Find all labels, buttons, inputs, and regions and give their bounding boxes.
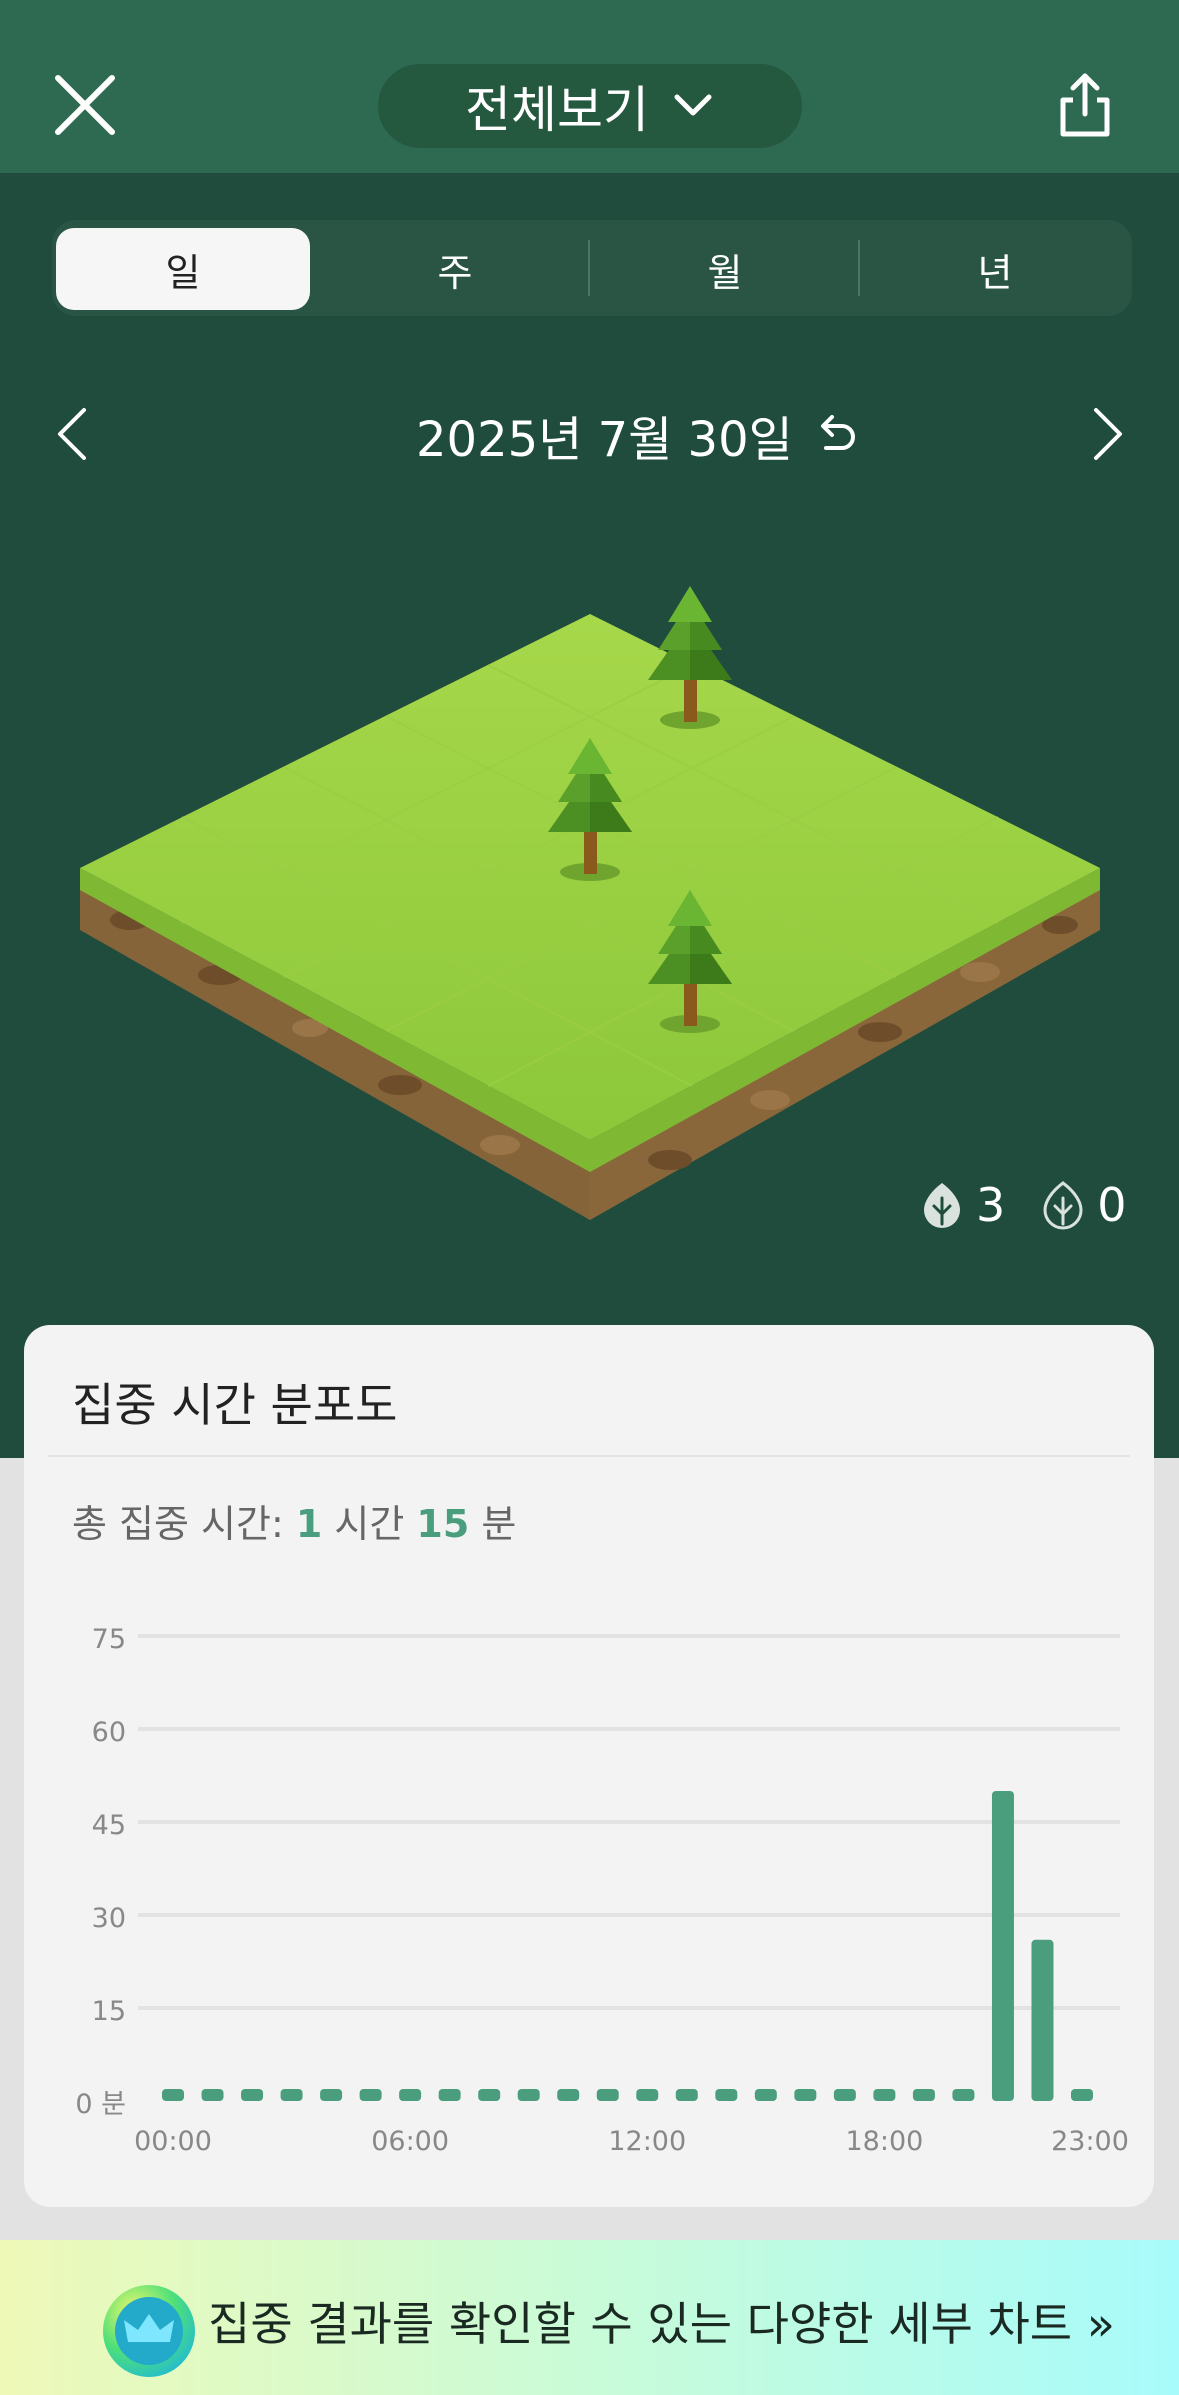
forest-island (80, 586, 1100, 1220)
tree-counts: 3 0 (920, 1175, 1127, 1235)
close-button[interactable] (50, 70, 120, 140)
chart-bar (715, 2089, 738, 2101)
chart-bar (557, 2089, 580, 2101)
promo-text: 집중 결과를 확인할 수 있는 다양한 세부 차트 » (208, 2297, 1115, 2351)
tab-day[interactable]: 일 (56, 228, 310, 310)
y-tick-label: 75 (92, 1624, 126, 1655)
tab-divider (858, 240, 860, 296)
chevron-right-icon[interactable] (1076, 404, 1136, 464)
tab-day-label: 일 (165, 250, 201, 295)
tab-month-label: 월 (707, 250, 743, 295)
scope-dropdown[interactable]: 전체보기 (378, 64, 802, 148)
tab-week-label: 주 (437, 250, 473, 295)
chart-bar (754, 2089, 777, 2101)
total-minutes: 15 (416, 1502, 470, 1546)
x-tick-label: 18:00 (845, 2126, 923, 2157)
chart-bar (991, 1791, 1014, 2101)
x-tick-label: 23:00 (1051, 2126, 1129, 2157)
date-navigation: 2025년 7월 30일 (0, 390, 1179, 470)
card-title: 집중 시간 분포도 (72, 1378, 398, 1432)
chart-bar (399, 2089, 422, 2101)
total-prefix: 총 집중 시간: (72, 1502, 296, 1546)
tab-week[interactable]: 주 (322, 228, 588, 310)
withered-tree-count: 0 (1097, 1178, 1127, 1232)
x-tick-label: 06:00 (371, 2126, 449, 2157)
y-tick-label: 30 (92, 1903, 126, 1934)
chevron-left-icon[interactable] (44, 404, 104, 464)
tab-month[interactable]: 월 (592, 228, 858, 310)
chart-bar (912, 2089, 935, 2101)
period-segmented-control: 일 주 월 년 (52, 220, 1132, 316)
undo-icon[interactable] (810, 408, 860, 458)
x-tick-label: 00:00 (134, 2126, 212, 2157)
share-button[interactable] (1055, 70, 1115, 140)
y-tick-label: 15 (92, 1996, 126, 2027)
chart-bar (1071, 2089, 1093, 2101)
date-label: 2025년 7월 30일 (416, 412, 793, 468)
withered-tree-icon (1043, 1181, 1083, 1230)
total-focus-time: 총 집중 시간: 1 시간 15 분 (72, 1493, 516, 1548)
total-hours: 1 (295, 1502, 323, 1546)
chart-bar (952, 2089, 975, 2101)
minutes-unit: 분 (469, 1502, 517, 1546)
chart-bar (162, 2089, 184, 2101)
close-icon (55, 75, 115, 135)
chart-bar (833, 2089, 856, 2101)
chart-bar (438, 2089, 461, 2101)
chart-bar (1031, 1939, 1054, 2101)
chart-bar (280, 2089, 303, 2101)
x-tick-label: 12:00 (608, 2126, 686, 2157)
hours-unit: 시간 (322, 1502, 417, 1546)
chart-bar (201, 2089, 224, 2101)
chart-bar (517, 2089, 540, 2101)
promo-banner[interactable]: 집중 결과를 확인할 수 있는 다양한 세부 차트 » (0, 2240, 1179, 2395)
tab-year-label: 년 (977, 250, 1013, 295)
chart-bar (241, 2089, 264, 2101)
y-tick-label: 60 (92, 1717, 126, 1748)
tab-divider (588, 240, 590, 296)
healthy-tree-count: 3 (976, 1178, 1006, 1232)
tab-year[interactable]: 년 (862, 228, 1128, 310)
scope-label: 전체보기 (465, 81, 649, 139)
y-tick-label: 0 분 (75, 2089, 126, 2120)
card-divider (48, 1455, 1130, 1457)
chart-bar (596, 2089, 619, 2101)
chart-bar (359, 2089, 382, 2101)
focus-distribution-chart: 0 분 15 30 45 60 75 00:00 06:00 12:00 18:00 23:00 (75, 1624, 1129, 2157)
chart-bar (478, 2089, 501, 2101)
healthy-tree-icon (924, 1183, 960, 1228)
chart-bar (675, 2089, 698, 2101)
chart-bar (636, 2089, 659, 2101)
chart-bar (794, 2089, 817, 2101)
share-icon (1060, 73, 1110, 137)
chevron-down-icon (674, 94, 712, 116)
chart-bar (320, 2089, 343, 2101)
crown-icon (103, 2285, 195, 2377)
y-tick-label: 45 (92, 1810, 126, 1841)
chart-bar (873, 2089, 896, 2101)
